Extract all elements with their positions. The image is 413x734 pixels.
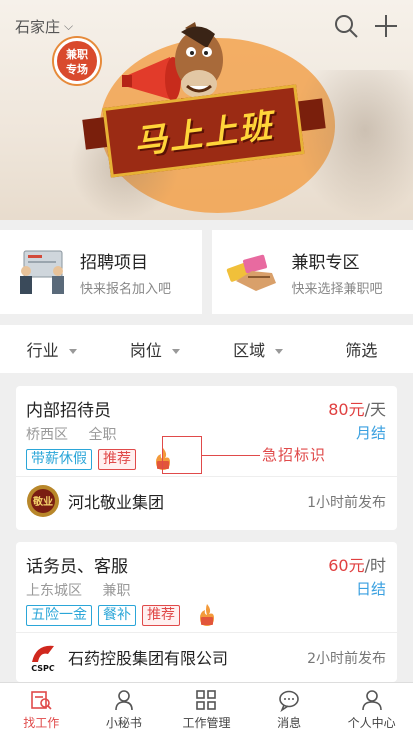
pay-amount: 60元 [328, 556, 365, 575]
annotation-line [202, 455, 260, 456]
pay-unit: /天 [364, 400, 386, 419]
filter-label: 行业 [26, 341, 59, 360]
city-label: 石家庄 [15, 18, 61, 36]
pay-amount: 80元 [328, 400, 365, 419]
shortcut-subtitle: 快来选择兼职吧 [291, 281, 383, 297]
nav-profile[interactable]: 个人中心 [330, 683, 413, 734]
filter-area[interactable]: 区域 [207, 325, 310, 373]
pay-unit: /时 [364, 556, 386, 575]
job-tag: 五险一金 [26, 604, 92, 626]
settlement-type: 月结 [355, 424, 386, 442]
filter-label: 区域 [233, 341, 266, 360]
caret-down-icon [171, 348, 180, 354]
filter-bar: 行业 岗位 区域 筛选 [0, 325, 413, 373]
city-selector[interactable]: 石家庄 ⌵ [15, 16, 73, 37]
job-tags: 带薪休假 推荐 [26, 446, 176, 472]
filter-industry[interactable]: 行业 [0, 325, 103, 373]
chevron-down-icon: ⌵ [64, 19, 74, 33]
job-pay: 60元/时 [328, 552, 386, 576]
handshake-icon [226, 254, 276, 291]
banner-horse-silhouette [293, 70, 413, 220]
filter-position[interactable]: 岗位 [103, 325, 206, 373]
job-tag-recommended: 推荐 [142, 604, 180, 626]
annotation-box [162, 436, 202, 474]
nav-label: 消息 [277, 716, 302, 730]
bottom-nav: 找工作 小秘书 工作管理 消息 个人中心 [0, 682, 413, 734]
nav-find-job[interactable]: 找工作 [0, 683, 83, 734]
company-logo: 敬业 [27, 485, 59, 517]
nav-label: 小秘书 [105, 716, 142, 730]
company-name: 石药控股集团有限公司 [68, 649, 229, 668]
filter-label: 岗位 [129, 341, 162, 360]
top-actions [333, 13, 399, 39]
job-district: 上东城区 [26, 583, 82, 599]
urgent-hiring-icon [200, 604, 214, 626]
job-title: 内部招待员 [26, 401, 111, 421]
settlement-type: 日结 [355, 580, 386, 598]
shortcut-title: 兼职专区 [291, 252, 360, 273]
part-time-special-badge: 兼职 专场 [54, 38, 100, 84]
caret-down-icon [68, 348, 77, 354]
nav-label: 个人中心 [347, 716, 396, 730]
annotation-text: 急招标识 [262, 446, 327, 464]
filter-screen[interactable]: 筛选 [310, 325, 413, 373]
search-icon[interactable] [333, 13, 359, 39]
plus-icon[interactable] [373, 13, 399, 39]
card-divider [16, 632, 397, 633]
badge-line-2: 专场 [66, 63, 88, 76]
slogan-text: 马上上班 [131, 105, 276, 162]
promo-banner[interactable]: 石家庄 ⌵ 兼职 专场 马上上班 [0, 0, 413, 220]
company-info[interactable]: 敬业 河北敬业集团 [26, 484, 164, 518]
secretary-icon [115, 690, 133, 711]
badge-line-1: 兼职 [66, 48, 88, 61]
shortcut-subtitle: 快来报名加入吧 [80, 281, 172, 297]
job-card[interactable]: 内部招待员 80元/天 桥西区 全职 月结 带薪休假 推荐 敬业 河北敬业集团 … [16, 386, 397, 530]
job-meta: 桥西区 全职 [26, 424, 132, 444]
card-divider [16, 476, 397, 477]
user-icon [361, 690, 382, 711]
recruitment-people-icon [20, 250, 64, 294]
job-pay: 80元/天 [328, 396, 386, 420]
company-name: 河北敬业集团 [68, 493, 165, 512]
nav-messages[interactable]: 消息 [248, 683, 331, 734]
nav-label: 工作管理 [182, 716, 231, 730]
message-bubble-icon [279, 690, 299, 712]
job-tag-recommended: 推荐 [98, 448, 136, 470]
company-logo: CSPC [28, 642, 58, 673]
job-tags: 五险一金 餐补 推荐 [26, 602, 220, 628]
job-title: 话务员、客服 [26, 557, 128, 577]
job-card[interactable]: 话务员、客服 60元/时 上东城区 兼职 日结 五险一金 餐补 推荐 CSPC … [16, 542, 397, 682]
post-time: 2小时前发布 [307, 651, 386, 667]
nav-work-management[interactable]: 工作管理 [165, 683, 248, 734]
part-time-zone-card[interactable]: 兼职专区 快来选择兼职吧 [211, 230, 413, 314]
filter-label: 筛选 [345, 341, 378, 360]
shortcut-title: 招聘项目 [80, 252, 148, 273]
job-tag: 餐补 [98, 604, 136, 626]
nav-secretary[interactable]: 小秘书 [83, 683, 166, 734]
caret-down-icon [275, 348, 284, 354]
job-meta: 上东城区 兼职 [26, 580, 146, 600]
shortcut-cards: 招聘项目 快来报名加入吧 兼职专区 快来选择兼职吧 [0, 230, 413, 314]
nav-label: 找工作 [23, 716, 60, 730]
company-logo-text: CSPC [31, 664, 55, 673]
grid-icon [196, 690, 217, 710]
company-info[interactable]: CSPC 石药控股集团有限公司 [26, 640, 228, 674]
job-district: 桥西区 [26, 427, 68, 443]
job-type: 全职 [88, 427, 117, 443]
post-time: 1小时前发布 [307, 495, 386, 511]
find-job-icon [31, 691, 52, 710]
recruitment-projects-card[interactable]: 招聘项目 快来报名加入吧 [0, 230, 202, 314]
company-logo-text: 敬业 [32, 495, 53, 508]
job-tag: 带薪休假 [26, 448, 92, 470]
job-type: 兼职 [102, 583, 131, 599]
